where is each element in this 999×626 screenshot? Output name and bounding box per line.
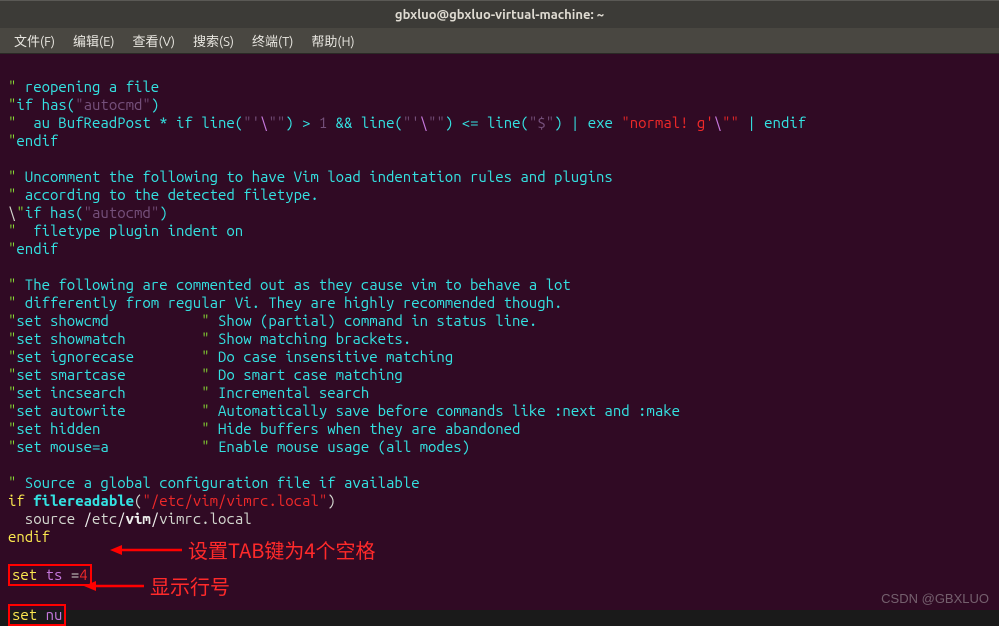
code-line: "set hidden " Hide buffers when they are… bbox=[8, 420, 520, 437]
watermark: CSDN @GBXLUO bbox=[881, 591, 989, 606]
code-line: " Uncomment the following to have Vim lo… bbox=[8, 168, 613, 185]
menu-help[interactable]: 帮助(H) bbox=[303, 28, 362, 53]
menu-file[interactable]: 文件(F) bbox=[6, 28, 63, 53]
code-line: " differently from regular Vi. They are … bbox=[8, 294, 562, 311]
window-titlebar: gbxluo@gbxluo-virtual-machine: ~ bbox=[0, 0, 999, 28]
code-line: "set mouse=a " Enable mouse usage (all m… bbox=[8, 438, 470, 455]
code-line: source /etc/vim/vimrc.local bbox=[8, 510, 252, 527]
code-line: " au BufReadPost * if line("'\"") > 1 &&… bbox=[8, 114, 806, 131]
menu-terminal[interactable]: 终端(T) bbox=[244, 28, 301, 53]
menu-view[interactable]: 查看(V) bbox=[125, 28, 183, 53]
code-line: "set showcmd " Show (partial) command in… bbox=[8, 312, 537, 329]
annotation-nu: 显示行号 bbox=[84, 577, 230, 595]
annotation-nu-text: 显示行号 bbox=[150, 577, 230, 595]
code-line: " reopening a file bbox=[8, 78, 159, 95]
code-line: " Source a global configuration file if … bbox=[8, 474, 420, 491]
code-line: " The following are commented out as the… bbox=[8, 276, 571, 293]
code-line: " filetype plugin indent on bbox=[8, 222, 243, 239]
annotation-tab-text: 设置TAB键为4个空格 bbox=[188, 541, 375, 559]
annotation-tab: 设置TAB键为4个空格 bbox=[110, 541, 375, 559]
menu-search[interactable]: 搜索(S) bbox=[185, 28, 242, 53]
code-line: "set autowrite " Automatically save befo… bbox=[8, 402, 680, 419]
code-line: "endif bbox=[8, 240, 58, 257]
code-line: "set ignorecase " Do case insensitive ma… bbox=[8, 348, 453, 365]
code-line: " according to the detected filetype. bbox=[8, 186, 319, 203]
arrow-left-icon bbox=[110, 543, 182, 557]
arrow-left-icon bbox=[84, 579, 144, 593]
menubar: 文件(F) 编辑(E) 查看(V) 搜索(S) 终端(T) 帮助(H) bbox=[0, 28, 999, 54]
code-line: endif bbox=[8, 528, 50, 545]
terminal-area[interactable]: " reopening a file "if has("autocmd") " … bbox=[0, 54, 999, 610]
window-title: gbxluo@gbxluo-virtual-machine: ~ bbox=[395, 8, 604, 22]
highlight-box-set-ts: set ts =4 bbox=[8, 564, 92, 586]
code-line: "if has("autocmd") bbox=[8, 96, 159, 113]
code-line: "set incsearch " Incremental search bbox=[8, 384, 369, 401]
code-line: \"if has("autocmd") bbox=[8, 204, 168, 221]
code-line: "set showmatch " Show matching brackets. bbox=[8, 330, 411, 347]
menu-edit[interactable]: 编辑(E) bbox=[65, 28, 122, 53]
code-line: "set smartcase " Do smart case matching bbox=[8, 366, 403, 383]
code-line: "endif bbox=[8, 132, 58, 149]
code-line: if filereadable("/etc/vim/vimrc.local") bbox=[8, 492, 336, 509]
highlight-box-set-nu: set nu bbox=[8, 604, 66, 626]
